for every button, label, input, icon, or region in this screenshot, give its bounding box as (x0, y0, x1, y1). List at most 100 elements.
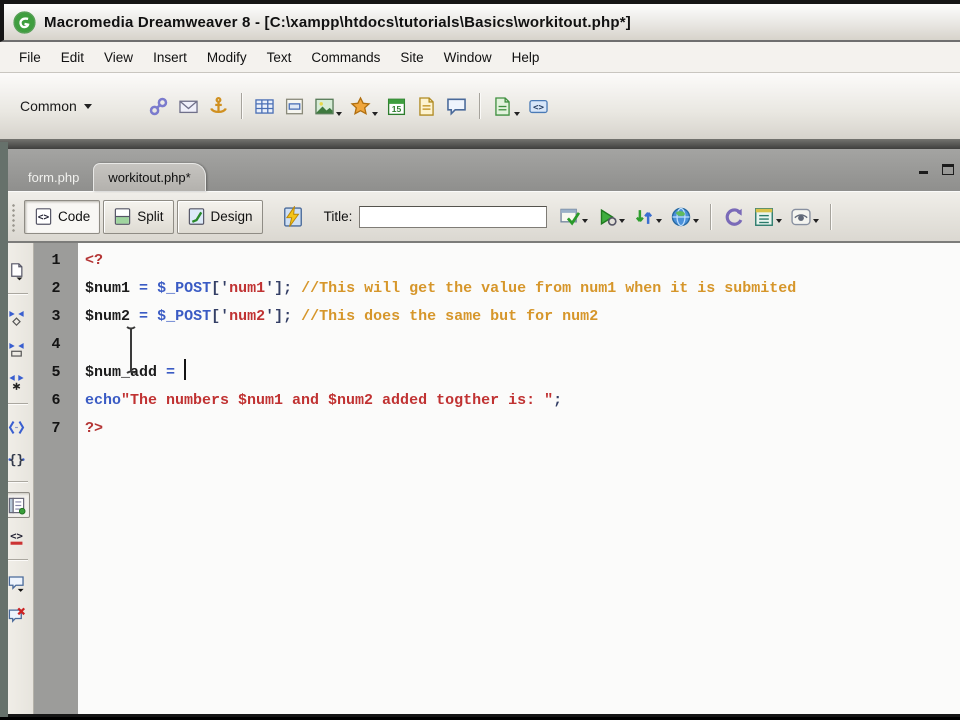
file-management-button[interactable] (633, 206, 663, 228)
tab-workitout-php-[interactable]: workitout.php* (93, 163, 206, 191)
comment-button[interactable] (444, 91, 470, 121)
dreamweaver-window: Macromedia Dreamweaver 8 - [C:\xampp\htd… (0, 0, 960, 720)
menu-file[interactable]: File (9, 47, 51, 68)
preview-debug-button[interactable] (596, 206, 626, 228)
email-link-button[interactable] (176, 91, 202, 121)
server-include-button[interactable] (414, 91, 440, 121)
view-options-icon (755, 207, 774, 226)
code-line[interactable]: $num_add = (85, 359, 960, 387)
menu-bar: File Edit View Insert Modify Text Commands Site… (0, 42, 960, 73)
code-token: <? (85, 252, 104, 269)
table-button[interactable] (252, 91, 278, 121)
code-token: num1 (229, 280, 266, 297)
toolbar-divider (5, 481, 28, 483)
templates-icon (495, 96, 510, 116)
view-button-label: Code (58, 209, 91, 224)
menu-window[interactable]: Window (434, 47, 502, 68)
menu-modify[interactable]: Modify (197, 47, 257, 68)
line-number: 4 (51, 336, 61, 353)
code-token: //This will get the value from num1 when… (301, 280, 797, 297)
templates-button[interactable] (490, 91, 522, 121)
title-bar[interactable]: Macromedia Dreamweaver 8 - [C:\xampp\htd… (0, 4, 960, 42)
menu-edit[interactable]: Edit (51, 47, 94, 68)
title-input[interactable] (359, 205, 548, 228)
chevron-down-icon (813, 218, 820, 226)
live-data-button[interactable] (276, 200, 310, 234)
menu-text[interactable]: Text (257, 47, 302, 68)
gutter[interactable]: 1 2 3 4 5 6 7 (34, 243, 78, 714)
tag-chooser-button[interactable]: <> (526, 91, 552, 121)
window-title: Macromedia Dreamweaver 8 - [C:\xampp\htd… (44, 13, 632, 31)
preview-browser-icon (672, 207, 691, 226)
code-line[interactable]: <? (85, 247, 960, 275)
window-frame-bottom (0, 714, 960, 717)
media-button[interactable] (348, 91, 380, 121)
code-lines: <? $num1 = $_POST['num1']; //This will ge… (85, 247, 960, 443)
code-token: "The numbers $num1 and $num2 added togth… (121, 392, 554, 409)
code-token: num2 (229, 308, 266, 325)
dreamweaver-logo-icon (13, 10, 36, 34)
code-token: [' (211, 308, 230, 325)
code-editor[interactable]: <? $num1 = $_POST['num1']; //This will ge… (78, 243, 960, 714)
code-token: $num2 (85, 308, 131, 325)
toolbar-divider (5, 293, 28, 295)
document-tab-bar: form.php workitout.php* (0, 149, 960, 191)
code-line[interactable]: ?> (85, 415, 960, 443)
code-view-button[interactable]: <> Code (24, 199, 101, 234)
server-include-icon (419, 96, 435, 116)
code-token: $num_add (85, 364, 158, 381)
code-line[interactable]: $num1 = $_POST['num1']; //This will get … (85, 275, 960, 303)
live-data-icon (283, 205, 302, 227)
menu-insert[interactable]: Insert (143, 47, 197, 68)
menu-site[interactable]: Site (390, 47, 433, 68)
title-field-label: Title: (323, 209, 353, 224)
chevron-down-icon (619, 218, 626, 226)
chevron-down-icon (335, 112, 342, 119)
code-line[interactable]: $num2 = $_POST['num2']; //This does the … (85, 303, 960, 331)
code-token: ; (553, 392, 563, 409)
preview-browser-button[interactable] (670, 206, 700, 228)
toolbar-grip-handle[interactable] (10, 201, 17, 232)
chevron-down-icon (656, 218, 663, 226)
code-line[interactable] (85, 331, 960, 359)
chevron-down-icon (693, 218, 700, 226)
select-parent-tag-icon (8, 420, 25, 434)
browser-check-button[interactable] (559, 206, 589, 228)
menu-help[interactable]: Help (502, 47, 550, 68)
document-window-buttons (915, 161, 956, 176)
view-options-button[interactable] (753, 206, 783, 228)
split-view-button[interactable]: Split (103, 199, 174, 234)
code-line[interactable]: echo"The numbers $num1 and $num2 added t… (85, 387, 960, 415)
visual-aids-button[interactable] (790, 206, 820, 228)
code-token: = (139, 280, 149, 297)
hyperlink-button[interactable] (146, 91, 172, 121)
visual-aids-icon (791, 208, 811, 225)
menu-view[interactable]: View (94, 47, 143, 68)
highlight-invalid-code-icon: <> (10, 529, 23, 545)
image-button[interactable] (312, 91, 344, 121)
code-token: = (166, 364, 176, 381)
toolbar-divider (5, 559, 28, 561)
minimize-button[interactable] (915, 161, 932, 176)
restore-button[interactable] (939, 161, 956, 176)
chevron-down-icon (582, 218, 589, 226)
svg-text:15: 15 (392, 104, 402, 114)
insert-category-dropdown[interactable]: Common (20, 98, 92, 114)
svg-text:{}: {} (9, 453, 25, 468)
menu-commands[interactable]: Commands (301, 47, 390, 68)
email-link-icon (179, 100, 198, 113)
date-button[interactable]: 15 (384, 91, 410, 121)
toolbar-divider (710, 203, 713, 230)
refresh-button[interactable] (723, 206, 745, 228)
code-token: //This does the same but for num2 (301, 308, 599, 325)
tab-form-php[interactable]: form.php (14, 163, 93, 191)
insert-icons: 15 <> (144, 91, 554, 121)
view-button-label: Design (210, 209, 253, 224)
named-anchor-button[interactable] (206, 91, 232, 121)
insert-div-button[interactable] (282, 91, 308, 121)
design-view-button[interactable]: Design (176, 199, 263, 234)
named-anchor-icon (210, 96, 228, 113)
